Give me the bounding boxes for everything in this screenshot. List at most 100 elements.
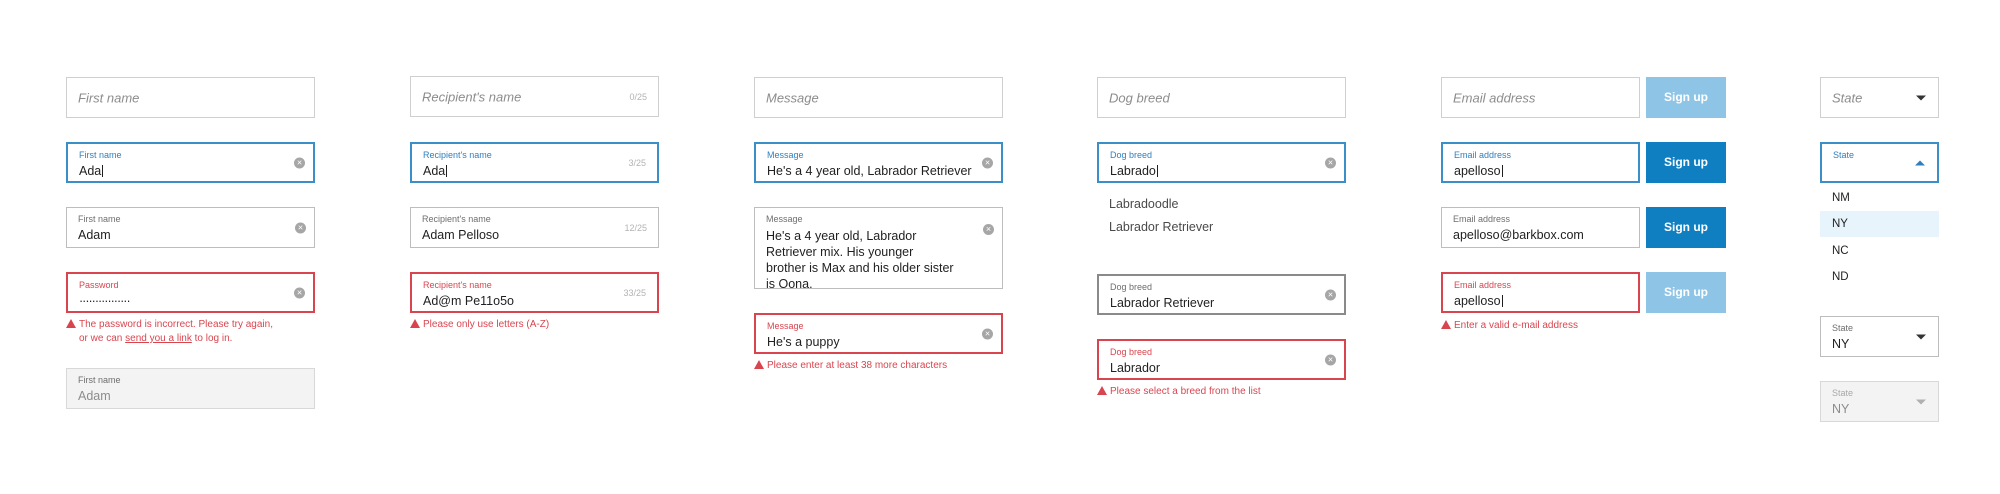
first-name-label: First name	[78, 375, 121, 385]
password-value: ················	[79, 294, 131, 308]
suggestion-item[interactable]: Labradoodle	[1109, 197, 1179, 211]
recipient-name-error-message: Please only use letters (A-Z)	[410, 318, 549, 332]
message-label: Message	[766, 214, 803, 224]
state-select-empty[interactable]: State	[1820, 77, 1939, 118]
email-value: apelloso	[1454, 294, 1503, 308]
clear-icon[interactable]: ×	[294, 287, 305, 298]
chevron-down-icon	[1916, 334, 1926, 339]
state-placeholder: State	[1832, 90, 1863, 105]
state-option[interactable]: NC	[1820, 238, 1939, 264]
first-name-value: Ada	[79, 164, 104, 178]
first-name-input-disabled: First name Adam	[66, 368, 315, 409]
email-input-filled[interactable]: Email address apelloso@barkbox.com	[1441, 207, 1640, 248]
chevron-up-icon	[1915, 160, 1925, 165]
char-counter: 3/25	[628, 157, 646, 168]
dog-breed-label: Dog breed	[1110, 282, 1153, 292]
password-label: Password	[79, 280, 119, 290]
email-input-focused[interactable]: Email address apelloso	[1441, 142, 1640, 183]
first-name-input-focused[interactable]: First name Ada ×	[66, 142, 315, 183]
message-input-error[interactable]: Message He's a puppy ×	[754, 313, 1003, 354]
first-name-value: Adam	[78, 228, 111, 242]
dog-breed-input-selected[interactable]: Dog breed Labrador Retriever ×	[1097, 274, 1346, 315]
clear-icon[interactable]: ×	[1325, 289, 1336, 300]
clear-icon[interactable]: ×	[295, 222, 306, 233]
recipient-name-input-filled[interactable]: Recipient's name Adam Pelloso 12/25	[410, 207, 659, 248]
email-input-empty[interactable]: Email address	[1441, 77, 1640, 118]
message-error-message: Please enter at least 38 more characters	[754, 359, 947, 373]
sign-up-button[interactable]: Sign up	[1646, 142, 1726, 183]
state-option[interactable]: NM	[1820, 185, 1939, 211]
first-name-value: Adam	[78, 389, 111, 403]
chevron-down-icon	[1916, 95, 1926, 100]
clear-icon[interactable]: ×	[982, 328, 993, 339]
char-counter: 0/25	[629, 91, 647, 102]
text-caret	[102, 165, 104, 177]
recipient-name-label: Recipient's name	[423, 280, 492, 290]
dog-breed-label: Dog breed	[1110, 347, 1153, 357]
sign-up-button-disabled[interactable]: Sign up	[1646, 77, 1726, 118]
email-label: Email address	[1453, 214, 1511, 224]
password-error-message: The password is incorrect. Please try ag…	[66, 318, 326, 346]
send-link[interactable]: send you a link	[125, 333, 192, 344]
dog-breed-input-focused[interactable]: Dog breed Labrado ×	[1097, 142, 1346, 183]
email-value: apelloso@barkbox.com	[1453, 228, 1584, 242]
dog-breed-placeholder: Dog breed	[1109, 90, 1170, 105]
clear-icon[interactable]: ×	[294, 157, 305, 168]
dog-breed-error-message: Please select a breed from the list	[1097, 385, 1261, 399]
state-option[interactable]: ND	[1820, 264, 1939, 290]
first-name-input-empty[interactable]: First name	[66, 77, 315, 118]
password-input-error[interactable]: Password ················ ×	[66, 272, 315, 313]
text-caret	[446, 165, 448, 177]
message-value: He's a 4 year old, Labrador Retriever	[767, 164, 972, 178]
dog-breed-input-empty[interactable]: Dog breed	[1097, 77, 1346, 118]
first-name-label: First name	[78, 214, 121, 224]
clear-icon[interactable]: ×	[982, 157, 993, 168]
message-value: He's a 4 year old, Labrador Retriever mi…	[766, 229, 954, 291]
state-label: State	[1832, 323, 1854, 333]
state-option-highlighted[interactable]: NY	[1820, 211, 1939, 237]
message-value: He's a puppy	[767, 335, 840, 349]
recipient-name-input-error[interactable]: Recipient's name Ad@m Pe11o5o 33/25	[410, 272, 659, 313]
message-label: Message	[767, 150, 804, 160]
text-caret	[1501, 165, 1503, 177]
message-input-focused[interactable]: Message He's a 4 year old, Labrador Retr…	[754, 142, 1003, 183]
message-label: Message	[767, 321, 804, 331]
state-select-disabled: State NY	[1820, 381, 1939, 422]
recipient-name-input-focused[interactable]: Recipient's name Ada 3/25	[410, 142, 659, 183]
warning-icon	[754, 360, 764, 369]
first-name-placeholder: First name	[78, 90, 140, 105]
text-caret	[1501, 295, 1503, 307]
state-label: State	[1833, 150, 1855, 160]
char-counter: 33/25	[623, 287, 646, 298]
first-name-label: First name	[79, 150, 122, 160]
state-label: State	[1832, 388, 1854, 398]
recipient-name-value: Ad@m Pe11o5o	[423, 294, 514, 308]
warning-icon	[410, 319, 420, 328]
chevron-down-icon	[1916, 399, 1926, 404]
email-input-error[interactable]: Email address apelloso	[1441, 272, 1640, 313]
first-name-input-filled[interactable]: First name Adam ×	[66, 207, 315, 248]
recipient-name-value: Adam Pelloso	[422, 228, 500, 242]
state-select-open[interactable]: State	[1820, 142, 1939, 183]
message-placeholder: Message	[766, 90, 819, 105]
dog-breed-value: Labrador	[1110, 361, 1161, 375]
email-placeholder: Email address	[1453, 90, 1536, 105]
state-value: NY	[1832, 337, 1850, 351]
recipient-name-placeholder: Recipient's name	[422, 89, 522, 104]
sign-up-button[interactable]: Sign up	[1646, 207, 1726, 248]
state-select-filled[interactable]: State NY	[1820, 316, 1939, 357]
sign-up-button-disabled[interactable]: Sign up	[1646, 272, 1726, 313]
message-input-empty[interactable]: Message	[754, 77, 1003, 118]
clear-icon[interactable]: ×	[1325, 354, 1336, 365]
clear-icon[interactable]: ×	[1325, 157, 1336, 168]
state-value: NY	[1832, 402, 1850, 416]
recipient-name-input-empty[interactable]: Recipient's name 0/25	[410, 76, 659, 117]
email-value: apelloso	[1454, 164, 1503, 178]
dog-breed-input-error[interactable]: Dog breed Labrador ×	[1097, 339, 1346, 380]
warning-icon	[1441, 320, 1451, 329]
suggestion-item[interactable]: Labrador Retriever	[1109, 220, 1213, 234]
recipient-name-label: Recipient's name	[422, 214, 491, 224]
email-label: Email address	[1454, 150, 1512, 160]
clear-icon[interactable]: ×	[983, 224, 994, 235]
message-textarea-filled[interactable]: Message He's a 4 year old, Labrador Retr…	[754, 207, 1003, 291]
